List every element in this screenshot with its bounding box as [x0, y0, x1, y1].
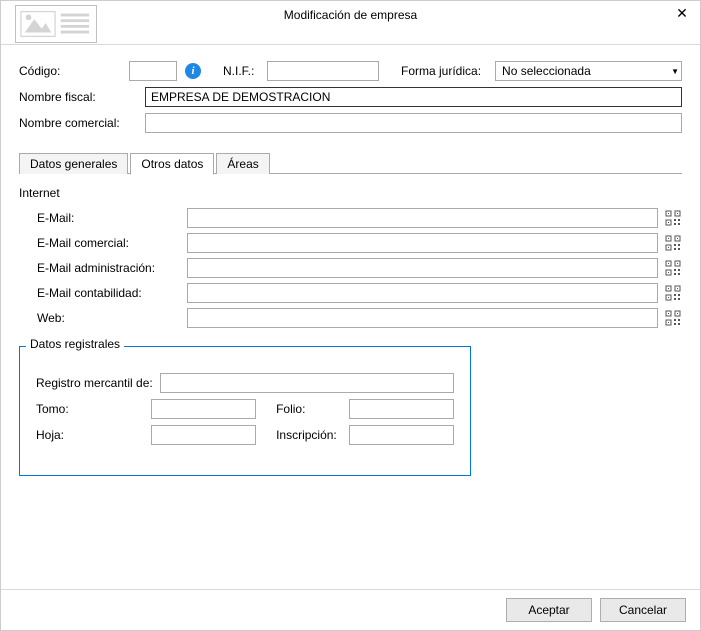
- header-row-3: Nombre comercial:: [19, 113, 682, 133]
- chevron-down-icon: ▼: [671, 67, 679, 76]
- nombre-fiscal-label: Nombre fiscal:: [19, 90, 145, 104]
- web-input[interactable]: [187, 308, 658, 328]
- email-label: E-Mail:: [37, 211, 187, 225]
- email-input[interactable]: [187, 208, 658, 228]
- folio-input[interactable]: [349, 399, 454, 419]
- qr-icon[interactable]: [664, 309, 682, 327]
- header-row-1: Código: i N.I.F.: Forma jurídica: No sel…: [19, 61, 682, 81]
- nombre-comercial-label: Nombre comercial:: [19, 116, 145, 130]
- title-bar: Modificación de empresa ✕: [1, 1, 700, 45]
- qr-icon[interactable]: [664, 284, 682, 302]
- tab-otros-datos[interactable]: Otros datos: [130, 153, 214, 175]
- email-comercial-row: E-Mail comercial:: [19, 233, 682, 253]
- datos-registrales-fieldset: Datos registrales Registro mercantil de:…: [19, 346, 471, 476]
- tomo-input[interactable]: [151, 399, 256, 419]
- hoja-label: Hoja:: [36, 428, 151, 442]
- email-row: E-Mail:: [19, 208, 682, 228]
- accept-button[interactable]: Aceptar: [506, 598, 592, 622]
- folio-label: Folio:: [276, 402, 349, 416]
- hoja-inscripcion-row: Hoja: Inscripción:: [36, 425, 454, 445]
- tab-datos-generales[interactable]: Datos generales: [19, 153, 128, 174]
- tab-body: Internet E-Mail: E-Mail comercial: E-Mai…: [19, 173, 682, 476]
- tomo-folio-row: Tomo: Folio:: [36, 399, 454, 419]
- email-contabilidad-input[interactable]: [187, 283, 658, 303]
- window-title: Modificación de empresa: [1, 1, 700, 29]
- cancel-button[interactable]: Cancelar: [600, 598, 686, 622]
- tab-bar: Datos generales Otros datos Áreas: [19, 153, 682, 174]
- qr-icon[interactable]: [664, 234, 682, 252]
- registro-row: Registro mercantil de:: [36, 373, 454, 393]
- email-admin-row: E-Mail administración:: [19, 258, 682, 278]
- forma-juridica-value: No seleccionada: [502, 64, 591, 78]
- content-area: Código: i N.I.F.: Forma jurídica: No sel…: [1, 45, 700, 484]
- close-button[interactable]: ✕: [672, 5, 692, 22]
- nif-label: N.I.F.:: [223, 64, 263, 78]
- nombre-comercial-input[interactable]: [145, 113, 682, 133]
- email-admin-label: E-Mail administración:: [37, 261, 187, 275]
- header-row-2: Nombre fiscal: EMPRESA DE DEMOSTRACION: [19, 87, 682, 107]
- internet-group-label: Internet: [19, 186, 682, 200]
- email-comercial-input[interactable]: [187, 233, 658, 253]
- email-admin-input[interactable]: [187, 258, 658, 278]
- info-icon[interactable]: i: [185, 63, 201, 79]
- inscripcion-input[interactable]: [349, 425, 454, 445]
- nombre-fiscal-input[interactable]: EMPRESA DE DEMOSTRACION: [145, 87, 682, 107]
- qr-icon[interactable]: [664, 209, 682, 227]
- nif-input[interactable]: [267, 61, 379, 81]
- footer-bar: Aceptar Cancelar: [1, 589, 700, 630]
- inscripcion-label: Inscripción:: [276, 428, 349, 442]
- tomo-label: Tomo:: [36, 402, 151, 416]
- codigo-label: Código:: [19, 64, 125, 78]
- datos-registrales-legend: Datos registrales: [26, 337, 124, 351]
- window-logo: [15, 5, 97, 43]
- forma-juridica-select[interactable]: No seleccionada ▼: [495, 61, 682, 81]
- qr-icon[interactable]: [664, 259, 682, 277]
- tab-areas[interactable]: Áreas: [216, 153, 269, 174]
- forma-juridica-label: Forma jurídica:: [401, 64, 481, 78]
- web-label: Web:: [37, 311, 187, 325]
- hoja-input[interactable]: [151, 425, 256, 445]
- email-comercial-label: E-Mail comercial:: [37, 236, 187, 250]
- web-row: Web:: [19, 308, 682, 328]
- registro-input[interactable]: [160, 373, 454, 393]
- email-contabilidad-row: E-Mail contabilidad:: [19, 283, 682, 303]
- email-contabilidad-label: E-Mail contabilidad:: [37, 286, 187, 300]
- codigo-input[interactable]: [129, 61, 177, 81]
- registro-label: Registro mercantil de:: [36, 376, 160, 390]
